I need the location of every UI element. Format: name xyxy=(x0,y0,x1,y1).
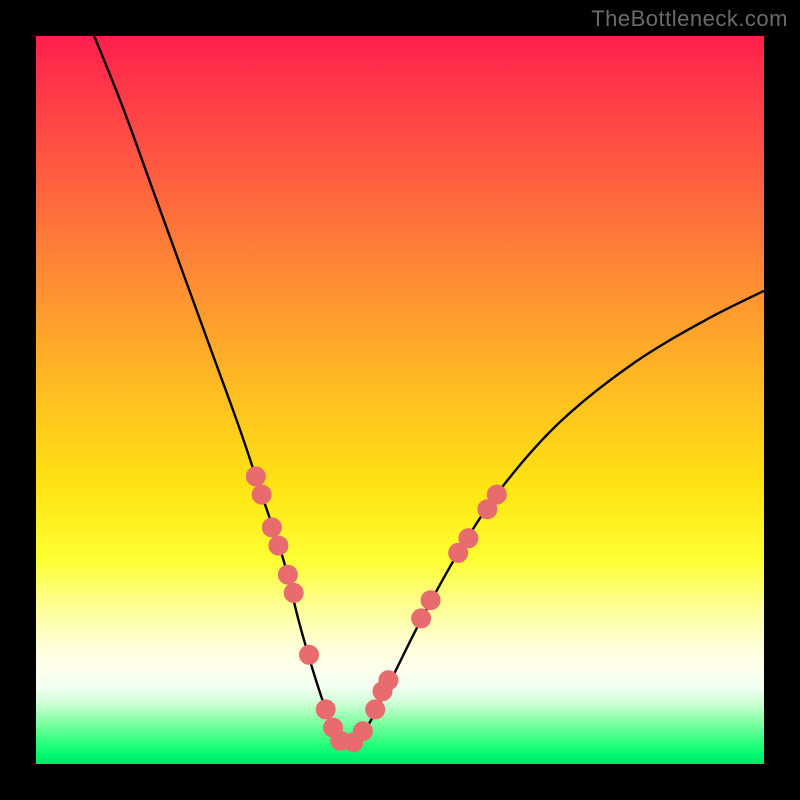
highlight-dot xyxy=(300,645,319,664)
highlight-dot xyxy=(459,529,478,548)
highlight-dot xyxy=(379,671,398,690)
highlight-dot xyxy=(284,583,303,602)
bottleneck-curve xyxy=(94,36,764,745)
highlight-dot xyxy=(316,700,335,719)
highlight-dot xyxy=(246,467,265,486)
highlight-dot xyxy=(487,485,506,504)
chart-frame: TheBottleneck.com xyxy=(0,0,800,800)
watermark-text: TheBottleneck.com xyxy=(591,6,788,32)
plot-area xyxy=(36,36,764,764)
highlight-dot xyxy=(269,536,288,555)
highlight-dot xyxy=(278,565,297,584)
highlight-dot xyxy=(252,485,271,504)
highlight-dot xyxy=(366,700,385,719)
highlight-dot xyxy=(412,609,431,628)
chart-svg xyxy=(36,36,764,764)
highlight-dot xyxy=(421,591,440,610)
highlight-dots-group xyxy=(246,467,506,752)
highlight-dot xyxy=(353,722,372,741)
highlight-dot xyxy=(262,518,281,537)
